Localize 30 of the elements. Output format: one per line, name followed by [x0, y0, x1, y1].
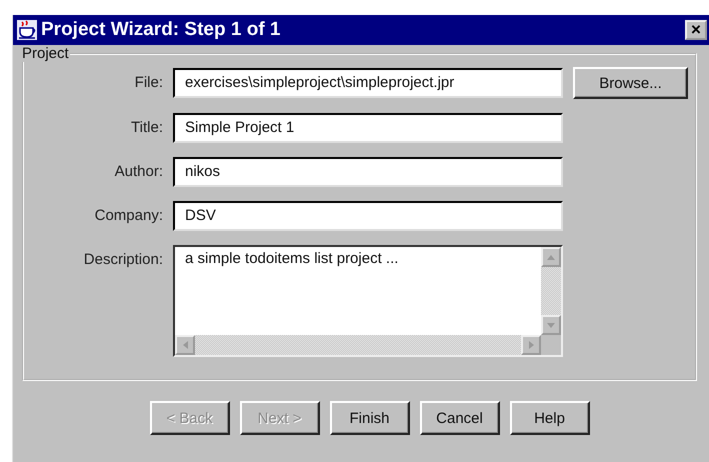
- scroll-left-button[interactable]: [175, 335, 195, 355]
- field-label: Company:: [94, 206, 163, 226]
- dialog-button[interactable]: Help: [510, 401, 590, 435]
- input-field[interactable]: exercises\simpleproject\simpleproject.jpr: [173, 68, 563, 98]
- close-button[interactable]: ×: [685, 20, 707, 40]
- input-field[interactable]: DSV: [173, 201, 563, 231]
- scroll-down-button[interactable]: [541, 315, 561, 335]
- text-area-content: a simple todoitems list project ...: [184, 249, 400, 269]
- input-field[interactable]: nikos: [173, 157, 563, 187]
- dialog-button[interactable]: Cancel: [420, 401, 500, 435]
- text-area[interactable]: a simple todoitems list project ...: [173, 245, 563, 357]
- scrollbar-corner: [541, 335, 561, 355]
- browse-button[interactable]: Browse...: [573, 67, 688, 99]
- left-arrow-icon: [182, 341, 188, 349]
- scroll-up-button[interactable]: [541, 247, 561, 267]
- coffee-cup-icon: [16, 19, 38, 41]
- scroll-right-button[interactable]: [521, 335, 541, 355]
- field-label: Author:: [114, 162, 163, 182]
- horizontal-scrollbar[interactable]: [175, 335, 541, 355]
- group-title: Project: [21, 45, 70, 62]
- field-label: Description:: [82, 250, 163, 270]
- input-field[interactable]: Simple Project 1: [173, 113, 563, 143]
- right-arrow-icon: [528, 341, 534, 349]
- up-arrow-icon: [547, 254, 555, 260]
- dialog-button[interactable]: Finish: [330, 401, 410, 435]
- window-title: Project Wizard: Step 1 of 1: [41, 19, 282, 41]
- field-label: Title:: [130, 118, 163, 138]
- field-label: File:: [134, 73, 163, 93]
- down-arrow-icon: [547, 322, 555, 328]
- vertical-scrollbar[interactable]: [541, 247, 561, 335]
